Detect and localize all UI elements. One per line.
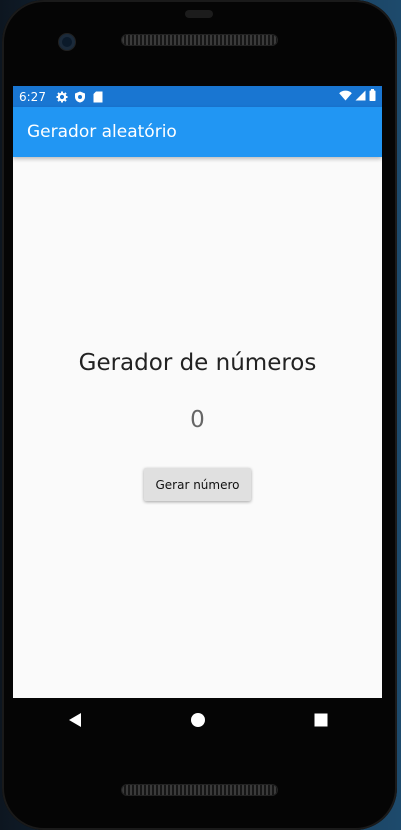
back-icon[interactable] bbox=[66, 711, 84, 729]
recents-icon[interactable] bbox=[312, 711, 330, 729]
status-time: 6:27 bbox=[19, 89, 46, 104]
navigation-bar bbox=[13, 698, 382, 742]
shield-icon bbox=[74, 91, 86, 103]
battery-icon bbox=[369, 89, 376, 104]
wifi-icon bbox=[339, 90, 352, 104]
page-heading: Gerador de números bbox=[78, 350, 317, 376]
signal-icon bbox=[355, 90, 366, 104]
generate-number-button[interactable]: Gerar número bbox=[144, 468, 251, 501]
top-speaker bbox=[122, 35, 277, 45]
generated-number: 0 bbox=[190, 407, 205, 433]
app-bar: Gerador aleatório bbox=[13, 107, 382, 157]
home-icon[interactable] bbox=[189, 711, 207, 729]
main-content: Gerador de números 0 Gerar número bbox=[13, 157, 382, 698]
status-bar: 6:27 bbox=[13, 86, 382, 107]
bottom-speaker bbox=[122, 785, 277, 795]
sd-card-icon bbox=[92, 91, 104, 103]
sensor-bump bbox=[185, 10, 213, 18]
app-title: Gerador aleatório bbox=[27, 122, 177, 142]
gear-icon bbox=[56, 91, 68, 103]
screen: 6:27 Gerador aleatório Gerador de número… bbox=[13, 86, 382, 698]
camera-icon bbox=[59, 34, 75, 50]
status-right-icons bbox=[339, 89, 376, 104]
